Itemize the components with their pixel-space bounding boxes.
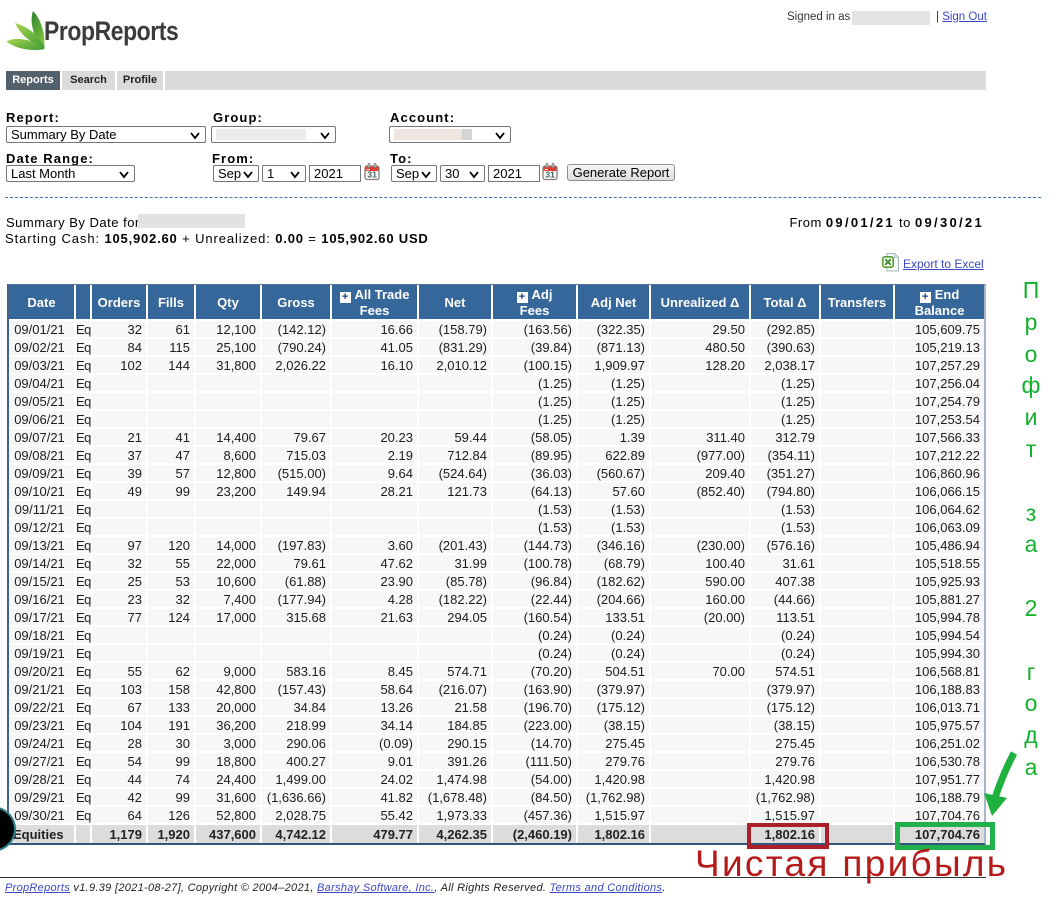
svg-text:31: 31 (367, 170, 377, 180)
svg-text:31: 31 (545, 170, 555, 180)
